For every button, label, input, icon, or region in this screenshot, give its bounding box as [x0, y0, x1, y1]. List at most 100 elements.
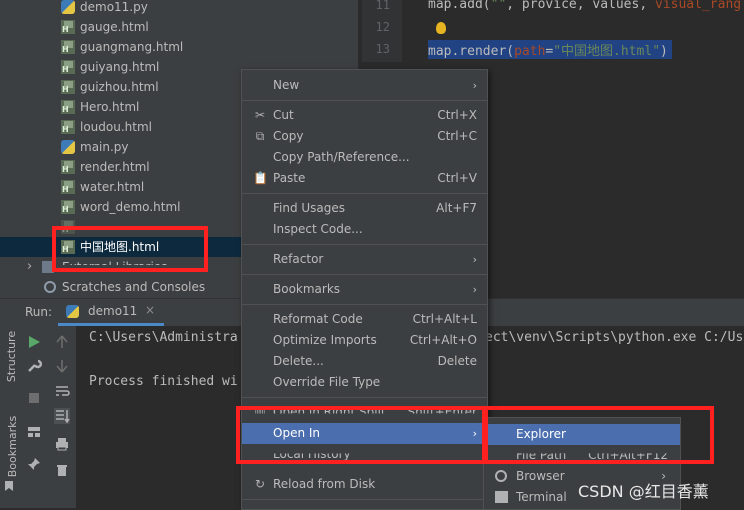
arrow-up-icon[interactable] [54, 334, 70, 350]
tree-item-label: guizhou.html [80, 80, 159, 94]
menu-item-find-usages[interactable]: Find Usages Alt+F7 [242, 198, 487, 219]
tree-item-demo11-py[interactable]: demo11.py [0, 0, 358, 17]
menu-item-copy-path[interactable]: Copy Path/Reference... [242, 147, 487, 168]
layout-icon[interactable] [26, 424, 42, 440]
menu-item-inspect-code[interactable]: Inspect Code... [242, 219, 487, 240]
menu-item-label: Paste [273, 171, 306, 185]
menu-separator [242, 193, 487, 194]
menu-item-reload-from-disk[interactable]: ↻ Reload from Disk [242, 474, 487, 495]
python-file-icon [61, 0, 75, 14]
menu-item-new[interactable]: New › [242, 75, 487, 96]
menu-item-label: Reload from Disk [273, 477, 376, 491]
lightbulb-icon[interactable] [436, 22, 446, 34]
html-file-icon [61, 200, 75, 214]
code-token: path [514, 44, 546, 59]
menu-item-reformat-code[interactable]: Reformat Code Ctrl+Alt+L [242, 309, 487, 330]
menu-separator [242, 100, 487, 101]
tree-item-label: main.py [80, 140, 129, 154]
menu-separator [242, 274, 487, 275]
pin-icon[interactable] [26, 456, 42, 472]
shortcut-label: Alt+F7 [436, 201, 477, 215]
code-editor[interactable]: map.add("", provice, values, visual_rang… [402, 0, 744, 62]
menu-item-label: Copy [273, 129, 304, 143]
menu-item-label: Find Usages [273, 201, 346, 215]
code-token: "" [490, 0, 507, 12]
tree-item-label: guangmang.html [80, 40, 184, 54]
menu-item-label: New [273, 78, 300, 92]
html-file-icon [61, 120, 75, 134]
console-line: Process finished wi [89, 374, 238, 389]
structure-tool-tab[interactable]: Structure [2, 330, 18, 386]
wrench-icon[interactable] [26, 358, 43, 374]
trash-icon[interactable] [54, 462, 70, 478]
chevron-right-icon: › [472, 79, 477, 92]
menu-item-label: Refactor [273, 252, 324, 266]
shortcut-label: Delete [437, 354, 477, 368]
html-file-icon [61, 160, 75, 174]
shortcut-label: Ctrl+Alt+O [409, 333, 477, 347]
code-token: , provice, values, [506, 0, 655, 12]
menu-item-optimize-imports[interactable]: Optimize Imports Ctrl+Alt+O [242, 330, 487, 351]
menu-item-label: Terminal [516, 490, 567, 504]
chevron-right-icon: › [472, 253, 477, 266]
menu-item-refactor[interactable]: Refactor › [242, 249, 487, 270]
shortcut-label: Ctrl+V [437, 171, 477, 185]
tree-item-label: water.html [80, 180, 145, 194]
scissors-icon: ✂ [254, 108, 266, 122]
html-file-icon [61, 40, 75, 54]
close-icon[interactable]: × [145, 303, 155, 317]
rerun-icon[interactable] [26, 334, 42, 350]
structure-label: Structure [5, 330, 19, 383]
menu-separator [242, 499, 487, 500]
arrow-down-icon[interactable] [54, 358, 70, 374]
tree-item-label: guiyang.html [80, 60, 160, 74]
html-file-icon [61, 60, 75, 74]
menu-item-copy[interactable]: ⧉ Copy Ctrl+C [242, 126, 487, 147]
tree-item-gauge-html[interactable]: gauge.html [0, 17, 358, 37]
run-tab-demo11[interactable]: demo11 × [58, 299, 164, 326]
tree-item-guangmang-html[interactable]: guangmang.html [0, 37, 358, 57]
menu-item-cut[interactable]: ✂ Cut Ctrl+X [242, 105, 487, 126]
scroll-to-end-icon[interactable] [54, 408, 70, 424]
print-icon[interactable] [54, 436, 70, 452]
clipboard-icon: 📋 [253, 171, 268, 185]
terminal-icon [495, 491, 508, 503]
python-file-icon [66, 305, 79, 318]
tree-item-label: render.html [80, 160, 150, 174]
menu-item-override-file-type[interactable]: Override File Type [242, 372, 487, 393]
menu-item-label: Override File Type [273, 375, 381, 389]
code-token: ) [660, 44, 668, 59]
menu-item-delete[interactable]: Delete... Delete [242, 351, 487, 372]
stop-icon[interactable] [26, 390, 42, 406]
annotation-box-open-in [236, 406, 488, 464]
run-label: Run: [25, 305, 53, 319]
menu-item-bookmarks[interactable]: Bookmarks › [242, 279, 487, 300]
code-token: map.add( [428, 0, 491, 12]
tree-item-label: Hero.html [80, 100, 140, 114]
menu-item-label: Copy Path/Reference... [273, 150, 410, 164]
html-file-icon [61, 100, 75, 114]
html-file-icon [61, 180, 75, 194]
run-toolbar [20, 326, 77, 508]
editor-gutter: 11 12 13 [362, 0, 402, 62]
code-line-11: map.add("", provice, values, visual_rang [428, 0, 741, 12]
tree-item-label: loudou.html [80, 120, 152, 134]
run-tab-label: demo11 [88, 304, 138, 318]
console-line-tail: ect\venv\Scripts\python.exe C:/Us [485, 330, 744, 345]
menu-item-label: Cut [273, 108, 294, 122]
line-number: 13 [375, 42, 390, 56]
soft-wrap-icon[interactable] [54, 384, 70, 400]
code-line-13: map.render(path="中国地图.html") [428, 40, 672, 59]
chevron-right-icon[interactable]: › [27, 257, 32, 277]
menu-separator [242, 244, 487, 245]
html-file-icon [61, 20, 75, 34]
globe-icon [495, 470, 507, 482]
chevron-right-icon: › [472, 283, 477, 296]
bookmarks-tool-tab[interactable]: Bookmarks [2, 416, 19, 486]
bookmark-icon[interactable] [5, 481, 13, 491]
menu-item-paste[interactable]: 📋 Paste Ctrl+V [242, 168, 487, 189]
html-file-icon [61, 80, 75, 94]
python-file-icon [61, 140, 75, 154]
reload-icon: ↻ [254, 477, 266, 491]
left-tool-strip: Structure Bookmarks [0, 326, 20, 508]
